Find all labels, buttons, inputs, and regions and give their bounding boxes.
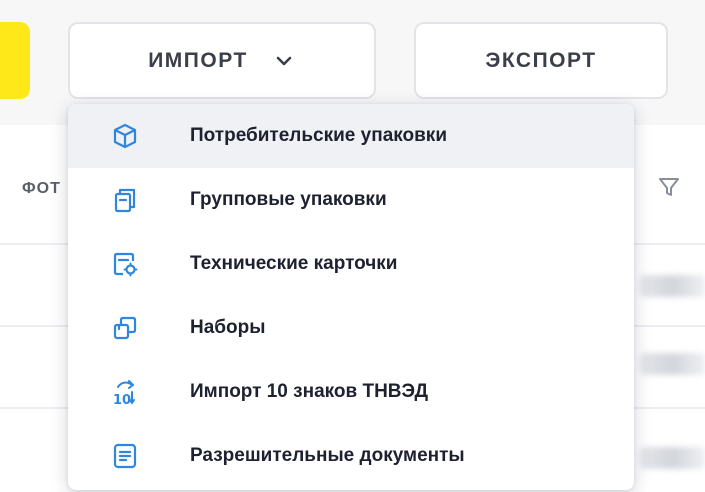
menu-item-label: Групповые упаковки bbox=[190, 189, 387, 210]
chevron-down-icon bbox=[276, 56, 292, 65]
document-icon bbox=[113, 443, 137, 469]
menu-item-group-packages[interactable]: Групповые упаковки bbox=[68, 168, 634, 232]
svg-text:10: 10 bbox=[113, 393, 131, 407]
table-cell-blurred bbox=[640, 353, 705, 375]
menu-item-permit-documents[interactable]: Разрешительные документы bbox=[68, 424, 634, 488]
primary-action-button[interactable] bbox=[0, 22, 30, 99]
menu-item-label: Импорт 10 знаков ТНВЭД bbox=[190, 381, 429, 402]
export-button[interactable]: ЭКСПОРТ bbox=[414, 22, 668, 99]
menu-item-label: Потребительские упаковки bbox=[190, 125, 448, 146]
menu-item-sets[interactable]: Наборы bbox=[68, 296, 634, 360]
group-pack-icon bbox=[114, 188, 136, 213]
import-dropdown-menu: Потребительские упаковки Групповые упако… bbox=[68, 104, 634, 490]
filter-icon[interactable] bbox=[655, 173, 683, 201]
menu-item-tech-cards[interactable]: Технические карточки bbox=[68, 232, 634, 296]
menu-item-consumer-packages[interactable]: Потребительские упаковки bbox=[68, 104, 634, 168]
table-cell-blurred bbox=[640, 275, 705, 297]
menu-item-import-tnved[interactable]: 10 Импорт 10 знаков ТНВЭД bbox=[68, 360, 634, 424]
sets-icon bbox=[113, 316, 137, 340]
import-button[interactable]: ИМПОРТ bbox=[68, 22, 376, 99]
table-cell-blurred bbox=[640, 447, 705, 469]
import-10-icon: 10 bbox=[113, 380, 135, 407]
menu-item-label: Разрешительные документы bbox=[190, 445, 465, 466]
table-header-photo: ФОТ bbox=[22, 180, 61, 197]
cube-icon bbox=[113, 123, 137, 149]
tech-card-icon bbox=[113, 252, 138, 277]
menu-item-label: Технические карточки bbox=[190, 253, 398, 274]
import-button-label: ИМПОРТ bbox=[148, 48, 248, 72]
export-button-label: ЭКСПОРТ bbox=[485, 48, 597, 72]
menu-item-label: Наборы bbox=[190, 317, 266, 338]
